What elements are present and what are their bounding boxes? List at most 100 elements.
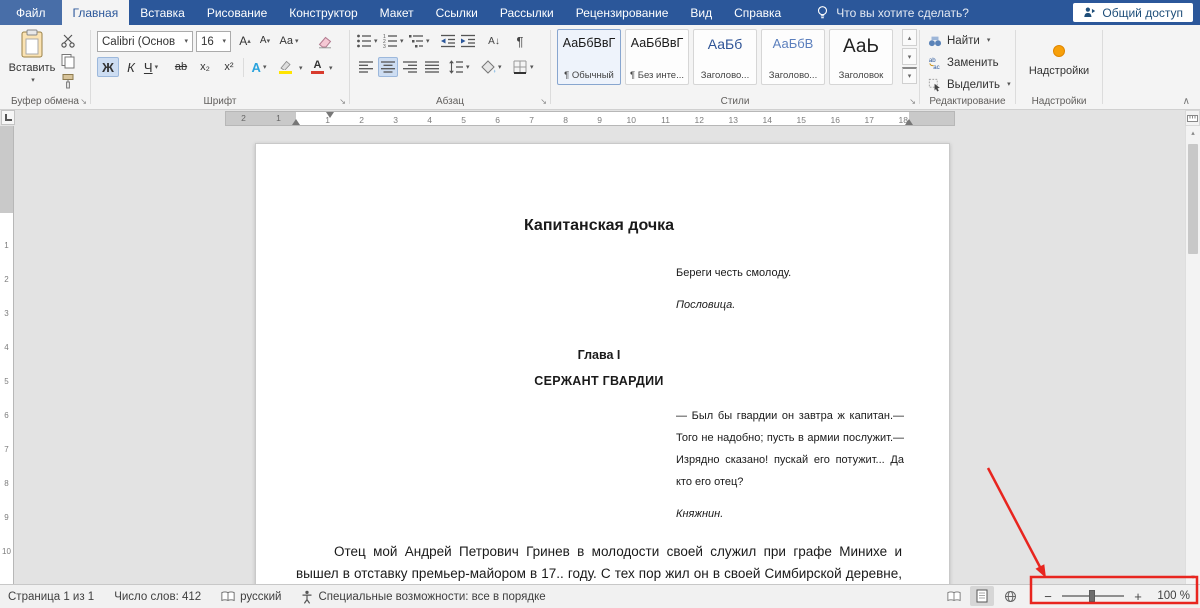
styles-gallery-down-button[interactable]: ▾ bbox=[902, 48, 917, 65]
zoom-level[interactable]: 100 % bbox=[1152, 590, 1190, 602]
clipboard-dialog-launcher[interactable]: ↘ bbox=[80, 98, 87, 106]
justify-button[interactable] bbox=[422, 57, 442, 77]
scrollbar-thumb[interactable] bbox=[1188, 144, 1198, 254]
style-card-no-spacing[interactable]: АаБбВвГ ¶ Без инте... bbox=[625, 29, 689, 85]
document-title[interactable]: Капитанская дочка bbox=[296, 216, 902, 236]
increase-indent-button[interactable] bbox=[458, 31, 478, 51]
tab-design[interactable]: Конструктор bbox=[278, 0, 368, 25]
align-right-button[interactable] bbox=[400, 57, 420, 77]
style-card-heading2[interactable]: АаБбВ Заголово... bbox=[761, 29, 825, 85]
word-count[interactable]: Число слов: 412 bbox=[114, 591, 201, 603]
zoom-slider-thumb[interactable] bbox=[1089, 590, 1095, 602]
web-layout-button[interactable] bbox=[998, 586, 1022, 606]
dropdown-arrow-icon[interactable]: ▾ bbox=[299, 65, 303, 72]
underline-button[interactable]: Ч ▾ bbox=[141, 57, 161, 77]
accessibility-status[interactable]: Специальные возможности: все в порядке bbox=[301, 590, 546, 604]
show-marks-button[interactable]: ¶ bbox=[510, 31, 530, 51]
share-button[interactable]: Общий доступ bbox=[1073, 3, 1193, 22]
shrink-font-button[interactable]: А ▾ bbox=[255, 31, 275, 51]
format-painter-button[interactable] bbox=[58, 71, 78, 91]
chapter-number[interactable]: Глава I bbox=[296, 346, 902, 364]
decrease-indent-button[interactable] bbox=[438, 31, 458, 51]
horizontal-ruler[interactable]: 21 1 2 3 4 5 6 7 8 9 10 11 12 13 14 15 16 17 18 bbox=[225, 111, 955, 126]
ruler-toggle-button[interactable] bbox=[1185, 110, 1200, 126]
tab-help[interactable]: Справка bbox=[723, 0, 792, 25]
addins-group-label: Надстройки bbox=[1031, 96, 1087, 107]
first-line-indent-marker[interactable] bbox=[326, 112, 334, 118]
ruler-number: 3 bbox=[393, 115, 398, 125]
styles-gallery-more-button[interactable]: ▾ bbox=[902, 67, 917, 84]
body-paragraph[interactable]: Отец мой Андрей Петрович Гринев в молодо… bbox=[296, 541, 902, 584]
align-center-button[interactable] bbox=[378, 57, 398, 77]
superscript-button[interactable]: х² bbox=[219, 57, 239, 77]
left-indent-marker[interactable] bbox=[292, 119, 300, 125]
font-color-button[interactable]: А bbox=[311, 57, 324, 77]
find-button[interactable]: Найти ▾ bbox=[928, 31, 990, 50]
change-case-button[interactable]: Аа ▾ bbox=[279, 31, 299, 51]
chapter-epigraph-source[interactable]: Княжнин. bbox=[676, 503, 904, 525]
addins-button[interactable]: Надстройки bbox=[1024, 29, 1094, 91]
text-effects-button[interactable]: А ▾ bbox=[249, 57, 269, 77]
style-card-heading1[interactable]: АаБб Заголово... bbox=[693, 29, 757, 85]
tab-mailings[interactable]: Рассылки bbox=[489, 0, 565, 25]
font-name-combo[interactable]: Calibri (Основ ▾ bbox=[97, 31, 193, 52]
document-page[interactable]: Капитанская дочка Береги честь смолоду. … bbox=[255, 143, 950, 584]
language-indicator[interactable]: русский bbox=[221, 591, 281, 603]
select-button[interactable]: Выделить ▾ bbox=[928, 75, 1011, 94]
highlight-color-button[interactable] bbox=[279, 57, 292, 77]
vertical-ruler[interactable]: 1 2 3 4 5 6 7 8 9 10 bbox=[0, 126, 14, 584]
tab-draw[interactable]: Рисование bbox=[196, 0, 278, 25]
bullets-button[interactable]: ▾ bbox=[356, 31, 378, 51]
line-spacing-button[interactable]: ▾ bbox=[448, 57, 470, 77]
dropdown-arrow-icon: ▾ bbox=[466, 63, 470, 71]
paste-button[interactable]: Вставить ▾ bbox=[7, 28, 57, 105]
shading-button[interactable]: ▾ bbox=[480, 57, 502, 77]
cut-button[interactable] bbox=[58, 31, 78, 51]
scroll-up-arrow-icon[interactable]: ▴ bbox=[1186, 129, 1200, 137]
epigraph-source[interactable]: Пословица. bbox=[676, 294, 904, 316]
zoom-out-button[interactable]: − bbox=[1042, 590, 1054, 603]
tab-references[interactable]: Ссылки bbox=[425, 0, 489, 25]
tab-home[interactable]: Главная bbox=[61, 0, 130, 25]
print-layout-button[interactable] bbox=[970, 586, 994, 606]
tab-file[interactable]: Файл bbox=[0, 0, 62, 25]
zoom-slider[interactable] bbox=[1062, 590, 1124, 602]
paragraph-dialog-launcher[interactable]: ↘ bbox=[540, 98, 547, 106]
styles-dialog-launcher[interactable]: ↘ bbox=[909, 98, 916, 106]
tab-stop-selector[interactable] bbox=[1, 110, 15, 125]
copy-button[interactable] bbox=[58, 51, 78, 71]
tell-me-box[interactable]: Что вы хотите сделать? bbox=[806, 0, 979, 25]
right-indent-marker[interactable] bbox=[905, 119, 913, 125]
collapse-ribbon-button[interactable]: ∧ bbox=[1183, 96, 1190, 107]
numbering-button[interactable]: 123 ▾ bbox=[382, 31, 404, 51]
tab-insert[interactable]: Вставка bbox=[129, 0, 196, 25]
tab-view[interactable]: Вид bbox=[679, 0, 723, 25]
tab-layout[interactable]: Макет bbox=[369, 0, 425, 25]
tab-review[interactable]: Рецензирование bbox=[565, 0, 680, 25]
grow-font-button[interactable]: А ▴ bbox=[235, 31, 255, 51]
font-dialog-launcher[interactable]: ↘ bbox=[339, 98, 346, 106]
sort-button[interactable]: А↓ bbox=[484, 31, 504, 51]
chapter-title[interactable]: СЕРЖАНТ ГВАРДИИ bbox=[296, 372, 902, 390]
epigraph-text[interactable]: Береги честь смолоду. bbox=[676, 262, 904, 284]
vertical-scrollbar[interactable]: ▴ ▾ bbox=[1185, 126, 1200, 584]
read-mode-button[interactable] bbox=[942, 586, 966, 606]
align-left-button[interactable] bbox=[356, 57, 376, 77]
clear-formatting-button[interactable] bbox=[315, 31, 335, 51]
page-indicator[interactable]: Страница 1 из 1 bbox=[8, 591, 94, 603]
chapter-epigraph-text[interactable]: — Был бы гвардии он завтра ж капитан.— Т… bbox=[676, 405, 904, 493]
dropdown-arrow-icon[interactable]: ▾ bbox=[329, 65, 333, 72]
replace-button[interactable]: ab ac Заменить bbox=[928, 53, 999, 72]
borders-button[interactable]: ▾ bbox=[512, 57, 534, 77]
zoom-in-button[interactable]: + bbox=[1132, 590, 1144, 603]
scroll-down-arrow-icon[interactable]: ▾ bbox=[1186, 573, 1200, 581]
style-card-normal[interactable]: АаБбВвГ ¶ Обычный bbox=[557, 29, 621, 85]
strikethrough-button[interactable]: ab bbox=[171, 57, 191, 77]
multilevel-list-button[interactable]: ▾ bbox=[408, 31, 430, 51]
italic-button[interactable]: К bbox=[121, 57, 141, 77]
style-card-title[interactable]: АаЬ Заголовок bbox=[829, 29, 893, 85]
subscript-button[interactable]: х₂ bbox=[195, 57, 215, 77]
styles-gallery-up-button[interactable]: ▴ bbox=[902, 29, 917, 46]
font-size-combo[interactable]: 16 ▾ bbox=[196, 31, 231, 52]
bold-button[interactable]: Ж bbox=[97, 57, 119, 77]
